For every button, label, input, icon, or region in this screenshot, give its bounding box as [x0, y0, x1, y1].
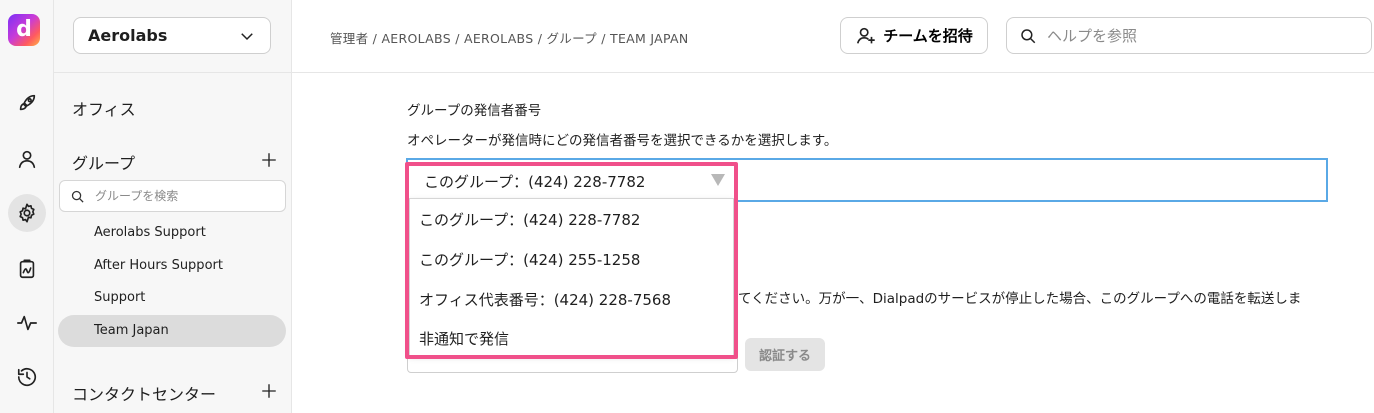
caller-id-option[interactable]: このグループ：(424) 255-1258 — [419, 249, 640, 270]
add-contact-center-button[interactable] — [260, 382, 278, 400]
org-select-label: Aerolabs — [88, 26, 168, 45]
org-select[interactable]: Aerolabs — [73, 17, 271, 54]
clipboard-icon[interactable] — [8, 250, 46, 288]
icon-rail: d — [0, 0, 54, 413]
help-search[interactable] — [1006, 17, 1372, 54]
caller-id-option[interactable]: 非通知で発信 — [419, 328, 509, 349]
dialpad-logo[interactable]: d — [8, 14, 40, 46]
sidebar-item-team-japan[interactable]: Team Japan — [58, 315, 286, 347]
section-title: グループの発信者番号 — [407, 103, 542, 119]
sidebar-item-aerolabs-support[interactable]: Aerolabs Support — [58, 217, 286, 249]
breadcrumb: 管理者 / AEROLABS / AEROLABS / グループ / TEAM … — [330, 31, 689, 46]
section-description: オペレーターが発信時にどの発信者番号を選択できるかを選択します。 — [407, 133, 838, 149]
history-icon[interactable] — [8, 358, 46, 396]
contact-center-heading: コンタクトセンター — [72, 385, 217, 404]
invite-team-label: チームを招待 — [883, 28, 973, 45]
gear-icon[interactable] — [8, 194, 46, 232]
sidebar-divider — [54, 72, 292, 73]
caller-id-option[interactable]: このグループ：(424) 228-7782 — [419, 209, 640, 230]
top-header: 管理者 / AEROLABS / AEROLABS / グループ / TEAM … — [292, 0, 1374, 73]
groups-heading: グループ — [72, 154, 136, 173]
plus-icon — [262, 153, 276, 167]
sidebar: Aerolabs オフィス グループ Aerolabs Support Afte… — [54, 0, 292, 413]
rocket-icon[interactable] — [8, 84, 46, 122]
help-search-input[interactable] — [1047, 26, 1347, 45]
search-icon — [1021, 28, 1036, 43]
plus-icon — [262, 384, 276, 398]
user-icon[interactable] — [8, 140, 46, 178]
group-search-input[interactable] — [95, 189, 275, 203]
sidebar-item-office[interactable]: オフィス — [72, 96, 136, 120]
add-group-button[interactable] — [260, 151, 278, 169]
obscured-description-text: てください。万が一、Dialpadのサービスが停止した場合、このグループへの電話… — [738, 291, 1302, 307]
dropdown-caret-icon — [711, 174, 725, 186]
verify-button[interactable]: 認証する — [745, 338, 825, 371]
caller-id-selected-value: このグループ：(424) 228-7782 — [424, 173, 646, 191]
add-user-icon — [857, 27, 875, 44]
sidebar-item-after-hours-support[interactable]: After Hours Support — [58, 250, 286, 282]
activity-icon[interactable] — [8, 304, 46, 342]
caller-id-dropdown: このグループ：(424) 228-7782 このグループ：(424) 255-1… — [409, 198, 734, 356]
chevron-down-icon — [241, 32, 253, 40]
caller-id-option[interactable]: オフィス代表番号：(424) 228-7568 — [419, 289, 671, 310]
sidebar-item-support[interactable]: Support — [58, 282, 286, 314]
group-search[interactable] — [59, 180, 286, 212]
search-icon — [71, 190, 84, 203]
invite-team-button[interactable]: チームを招待 — [840, 17, 988, 54]
